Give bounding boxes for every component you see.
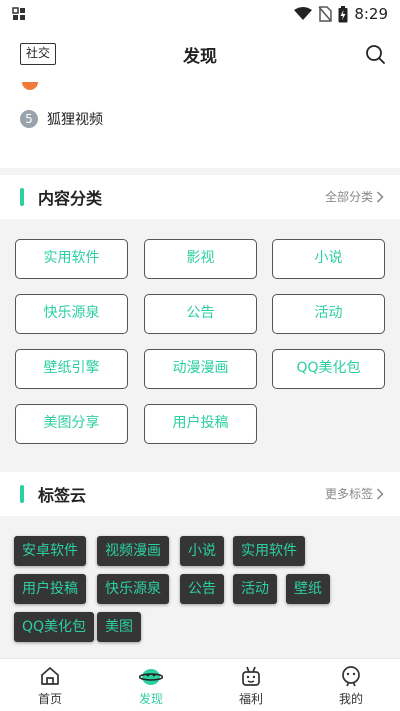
category-button[interactable]: 用户投稿 (144, 404, 257, 444)
ranking-card: 5 狐狸视频 (0, 82, 400, 168)
tag-chip[interactable]: 美图 (97, 612, 141, 642)
ranking-item[interactable]: 5 狐狸视频 (20, 109, 103, 129)
category-button[interactable]: 快乐源泉 (15, 294, 128, 334)
profile-icon (342, 666, 360, 687)
page-title: 发现 (183, 47, 217, 67)
search-icon[interactable] (364, 43, 386, 65)
tag-chip[interactable]: 公告 (180, 574, 224, 604)
gift-icon (242, 666, 260, 686)
tag-chip[interactable]: 视频漫画 (97, 536, 169, 566)
category-button[interactable]: 公告 (144, 294, 257, 334)
home-icon (41, 667, 59, 685)
battery-charging-icon (338, 5, 348, 22)
section-accent-bar (20, 485, 24, 503)
all-categories-link[interactable]: 全部分类 (325, 188, 384, 205)
tag-cloud-header: 标签云 更多标签 (0, 472, 400, 516)
nav-home[interactable]: 首页 (20, 665, 80, 707)
nav-profile[interactable]: 我的 (321, 665, 381, 707)
more-tags-label: 更多标签 (324, 487, 373, 501)
no-sim-icon (318, 6, 333, 22)
tag-chip[interactable]: 快乐源泉 (97, 574, 169, 604)
tag-chip[interactable]: QQ美化包 (14, 612, 95, 642)
tag-chip[interactable]: 用户投稿 (14, 574, 86, 604)
tag-cloud: 安卓软件 视频漫画 小说 实用软件 用户投稿 快乐源泉 公告 活动 壁纸 QQ美… (0, 522, 400, 658)
tag-chip[interactable]: 小说 (180, 536, 224, 566)
categories-header: 内容分类 全部分类 (0, 175, 400, 219)
chevron-right-icon (376, 487, 384, 500)
nav-label: 发现 (138, 692, 163, 706)
rank-badge (22, 82, 38, 90)
discover-icon (139, 669, 163, 685)
discover-content[interactable]: 5 狐狸视频 内容分类 全部分类 实用软件 影视 小说 快乐源泉 公告 活动 壁… (0, 82, 400, 658)
nav-welfare[interactable]: 福利 (221, 665, 281, 707)
category-button[interactable]: 活动 (272, 294, 385, 334)
nav-label: 我的 (338, 692, 363, 706)
nav-label: 首页 (37, 692, 62, 706)
all-categories-label: 全部分类 (324, 190, 373, 204)
rank-label: 狐狸视频 (47, 112, 103, 128)
section-accent-bar (20, 188, 24, 206)
category-button[interactable]: 壁纸引擎 (15, 349, 128, 389)
categories-title: 内容分类 (38, 189, 103, 208)
tag-chip[interactable]: 实用软件 (233, 536, 305, 566)
status-time: 8:29 (354, 5, 388, 23)
app-grid-icon (12, 7, 25, 20)
nav-discover[interactable]: 发现 (121, 665, 181, 707)
category-button[interactable]: QQ美化包 (272, 349, 385, 389)
categories-grid: 实用软件 影视 小说 快乐源泉 公告 活动 壁纸引擎 动漫漫画 QQ美化包 美图… (0, 224, 400, 472)
tag-chip[interactable]: 安卓软件 (14, 536, 86, 566)
tag-cloud-title: 标签云 (38, 486, 87, 505)
category-button[interactable]: 动漫漫画 (144, 349, 257, 389)
tag-chip[interactable]: 壁纸 (286, 574, 330, 604)
more-tags-link[interactable]: 更多标签 (325, 485, 384, 502)
chevron-right-icon (376, 190, 384, 203)
wifi-icon (294, 7, 313, 20)
category-button[interactable]: 小说 (272, 239, 385, 279)
nav-label: 福利 (238, 692, 263, 706)
bottom-nav: 首页 发现 福利 我的 (0, 658, 400, 711)
tag-chip[interactable]: 活动 (233, 574, 277, 604)
rank-number: 5 (20, 110, 38, 128)
status-bar: 8:29 (0, 0, 400, 28)
category-button[interactable]: 实用软件 (15, 239, 128, 279)
category-button[interactable]: 美图分享 (15, 404, 128, 444)
category-button[interactable]: 影视 (144, 239, 257, 279)
app-bar: 社交 发现 (0, 28, 400, 82)
